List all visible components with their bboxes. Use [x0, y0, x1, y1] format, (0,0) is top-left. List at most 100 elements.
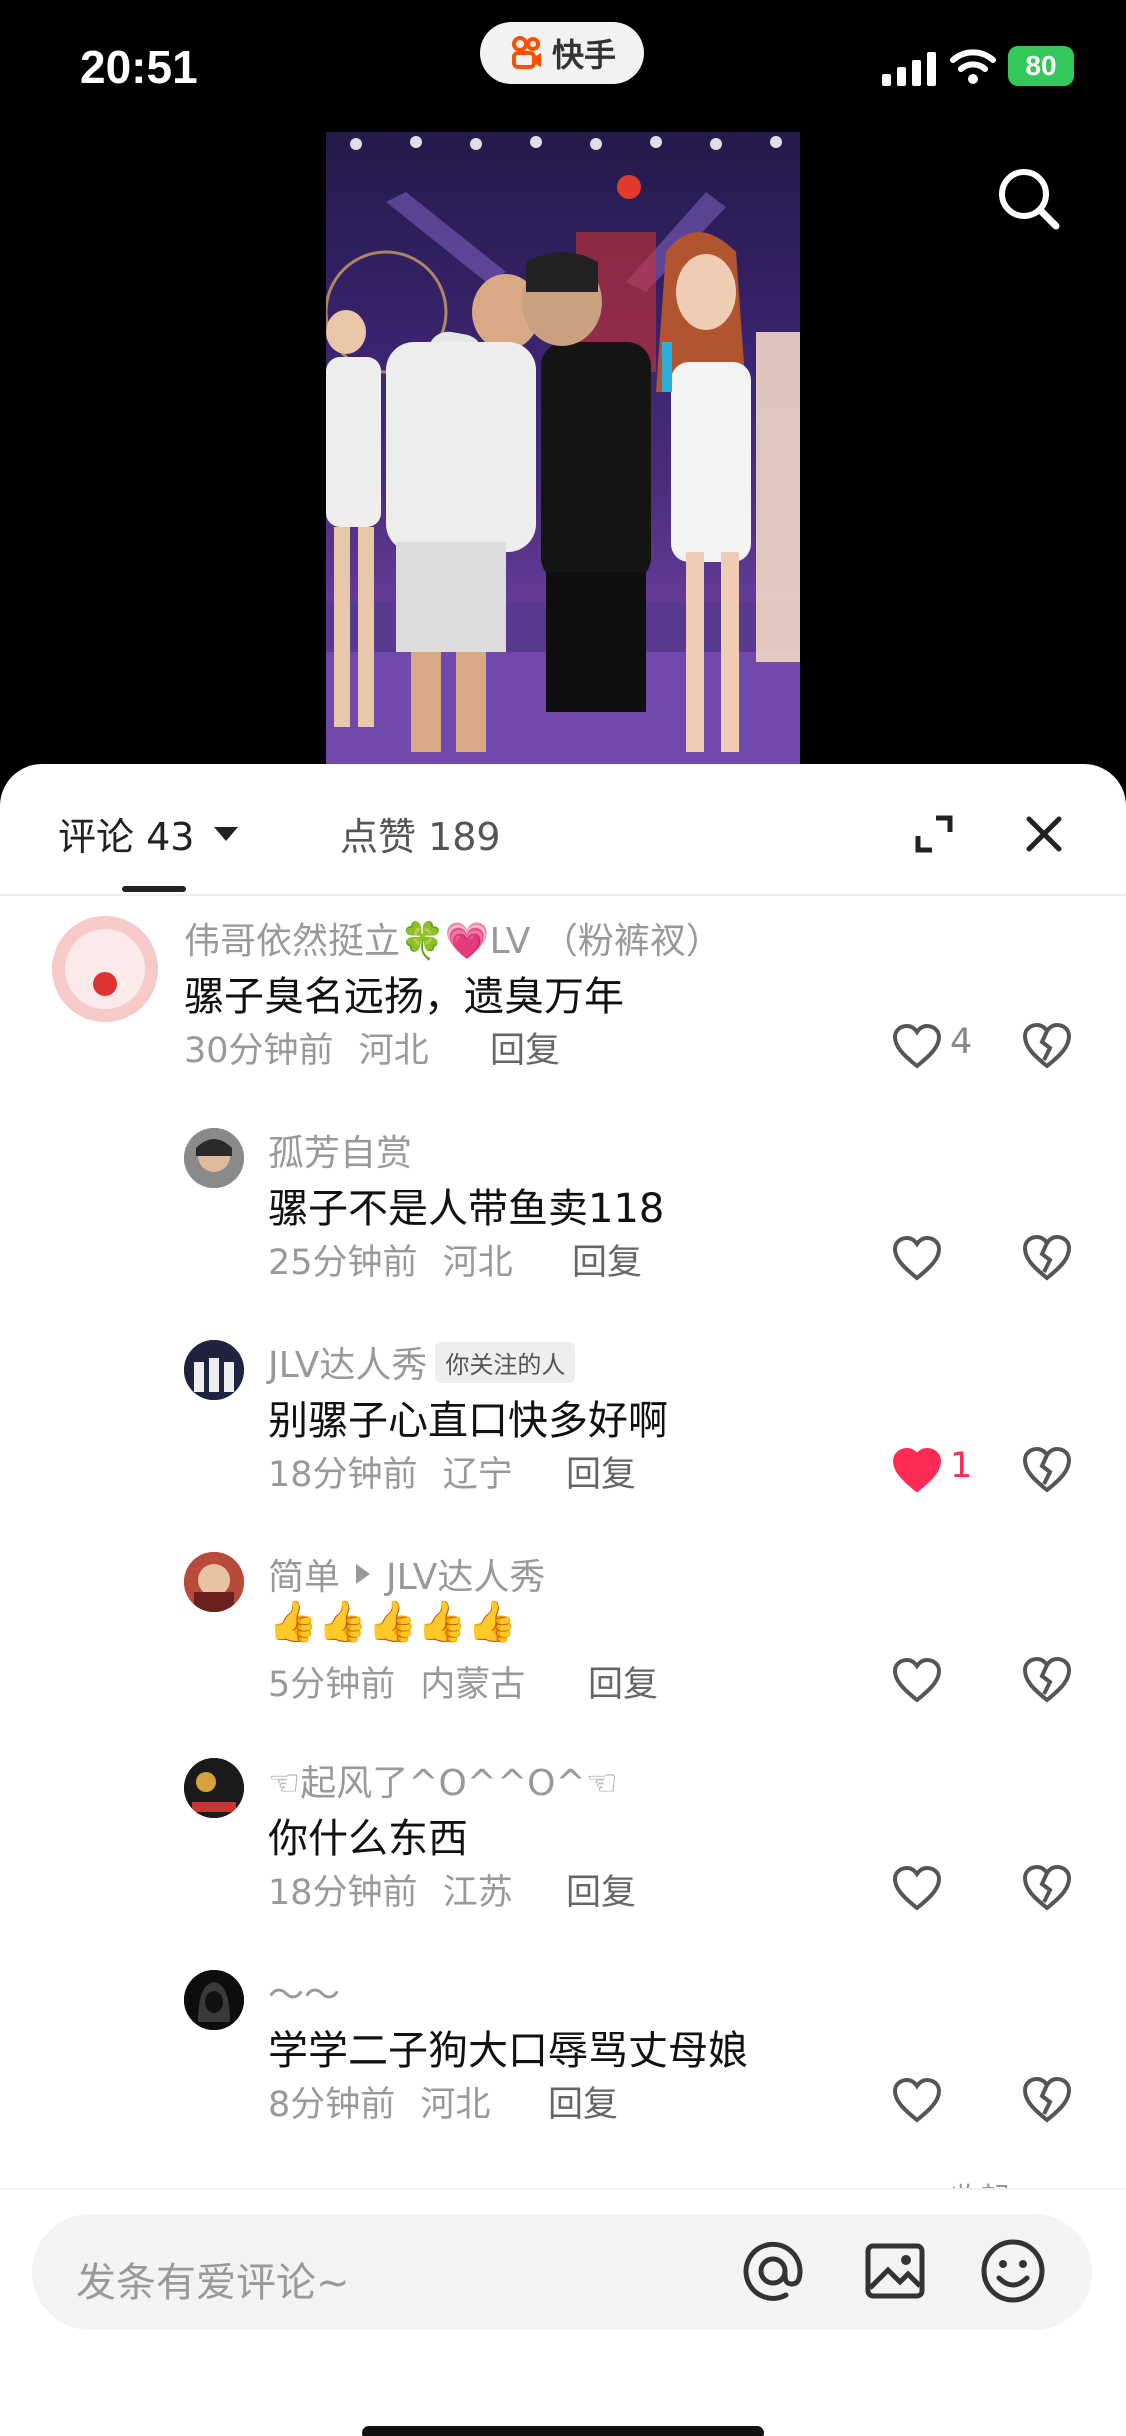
reply-button[interactable]: 回复	[572, 1234, 642, 1285]
broken-heart-icon[interactable]	[1022, 1234, 1072, 1282]
reply-button[interactable]: 回复	[566, 1864, 636, 1915]
comment-username[interactable]: 简单	[268, 1548, 340, 1600]
comment-location: 江苏	[442, 1873, 513, 1913]
comment-tabs: 评论 43 点赞 189	[0, 764, 1126, 896]
following-badge: 你关注的人	[435, 1341, 576, 1383]
comment-location: 河北	[358, 1031, 429, 1071]
broken-heart-icon[interactable]	[1022, 2076, 1072, 2124]
comment-time: 8分钟前	[268, 2085, 396, 2125]
comment-time: 18分钟前	[268, 1873, 418, 1913]
comment-username-row: 简单 JLV达人秀	[268, 1548, 545, 1600]
avatar-image	[184, 1340, 244, 1400]
heart-filled-icon[interactable]	[892, 1448, 942, 1494]
like-count: 1	[950, 1446, 973, 1486]
comment-time: 25分钟前	[268, 1243, 418, 1283]
comment-input-placeholder: 发条有爱评论~	[76, 2260, 350, 2306]
tab-comments[interactable]: 评论 43	[58, 806, 239, 861]
at-mention-icon[interactable]	[738, 2236, 808, 2306]
video-frame-image	[326, 136, 800, 764]
tab-comments-label: 评论 43	[58, 815, 195, 859]
avatar[interactable]	[184, 1552, 244, 1612]
avatar[interactable]	[184, 1128, 244, 1188]
comment-username-row: JLV达人秀 你关注的人	[268, 1336, 576, 1388]
comment-time: 5分钟前	[268, 1665, 396, 1705]
cellular-signal-icon	[882, 52, 936, 86]
comment-text: 骡子不是人带鱼卖118	[268, 1186, 665, 1232]
heart-icon[interactable]	[892, 1866, 942, 1912]
expand-icon[interactable]	[912, 812, 956, 856]
comment-meta: 8分钟前 河北	[268, 2076, 490, 2127]
comment-text: 别骡子心直口快多好啊	[268, 1398, 668, 1444]
comment-item: 伟哥依然挺立🍀💗LV （粉裤衩） 骡子臭名远扬，遗臭万年 30分钟前 河北 回复…	[0, 904, 1126, 1114]
broken-heart-icon[interactable]	[1022, 1864, 1072, 1912]
comment-username[interactable]: ☜起风了^O^^O^☜	[268, 1754, 618, 1806]
avatar-image	[184, 1970, 244, 2030]
video-player[interactable]	[326, 132, 800, 764]
app-badge[interactable]: 快手	[480, 22, 644, 84]
avatar[interactable]	[184, 1340, 244, 1400]
search-icon[interactable]	[990, 160, 1070, 240]
comment-username[interactable]: 孤芳自赏	[268, 1124, 412, 1176]
comment-text: 👍👍👍👍👍	[268, 1599, 518, 1645]
comment-meta: 18分钟前 江苏	[268, 1864, 513, 1915]
heart-icon[interactable]	[892, 2078, 942, 2124]
comment-username[interactable]: 伟哥依然挺立🍀💗LV （粉裤衩）	[184, 912, 722, 964]
comment-meta: 18分钟前 辽宁	[268, 1446, 513, 1497]
reply-item: 简单 JLV达人秀 👍👍👍👍👍 5分钟前 内蒙古 回复	[0, 1538, 1126, 1744]
kuaishou-logo-icon	[511, 36, 541, 69]
reply-item: 孤芳自赏 骡子不是人带鱼卖118 25分钟前 河北 回复	[0, 1114, 1126, 1326]
reply-button[interactable]: 回复	[566, 1446, 636, 1497]
comment-location: 河北	[420, 2085, 491, 2125]
comment-meta: 30分钟前 河北	[184, 1022, 429, 1073]
avatar[interactable]	[184, 1758, 244, 1818]
avatar-image	[52, 916, 158, 1022]
avatar[interactable]	[184, 1970, 244, 2030]
comment-text: 你什么东西	[268, 1816, 468, 1862]
comment-text: 骡子臭名远扬，遗臭万年	[184, 974, 624, 1020]
comment-meta: 5分钟前 内蒙古	[268, 1656, 525, 1707]
reply-item: JLV达人秀 你关注的人 别骡子心直口快多好啊 18分钟前 辽宁 回复 1	[0, 1326, 1126, 1538]
comment-input[interactable]: 发条有爱评论~	[32, 2214, 1092, 2330]
reply-target-username[interactable]: JLV达人秀	[386, 1548, 545, 1600]
comment-time: 30分钟前	[184, 1031, 334, 1071]
reply-item: ☜起风了^O^^O^☜ 你什么东西 18分钟前 江苏 回复	[0, 1744, 1126, 1956]
comment-input-bar: 发条有爱评论~	[0, 2188, 1126, 2436]
broken-heart-icon[interactable]	[1022, 1446, 1072, 1494]
emoji-icon[interactable]	[978, 2236, 1048, 2306]
broken-heart-icon[interactable]	[1022, 1022, 1072, 1070]
reply-item: ～～ 学学二子狗大口辱骂丈母娘 8分钟前 河北 回复	[0, 1956, 1126, 2168]
comment-location: 内蒙古	[420, 1665, 526, 1705]
heart-icon[interactable]	[892, 1024, 942, 1070]
reply-arrow-icon	[356, 1564, 371, 1584]
comment-username[interactable]: ～～	[268, 1966, 340, 2018]
like-count: 4	[950, 1022, 973, 1062]
home-indicator[interactable]	[362, 2426, 764, 2436]
close-icon[interactable]	[1022, 812, 1066, 856]
comment-meta: 25分钟前 河北	[268, 1234, 513, 1285]
broken-heart-icon[interactable]	[1022, 1656, 1072, 1704]
caret-down-icon	[214, 826, 239, 841]
avatar-image	[184, 1552, 244, 1612]
reply-button[interactable]: 回复	[548, 2076, 618, 2127]
battery-level: 80	[1008, 46, 1074, 86]
tab-likes[interactable]: 点赞 189	[340, 806, 501, 861]
comment-text: 学学二子狗大口辱骂丈母娘	[268, 2028, 748, 2074]
image-icon[interactable]	[862, 2238, 928, 2304]
comment-location: 河北	[442, 1243, 513, 1283]
heart-icon[interactable]	[892, 1236, 942, 1282]
avatar-image	[184, 1758, 244, 1818]
avatar[interactable]	[52, 916, 158, 1022]
app-name: 快手	[551, 36, 616, 74]
reply-button[interactable]: 回复	[490, 1022, 560, 1073]
reply-button[interactable]: 回复	[588, 1656, 658, 1707]
comment-sheet: 评论 43 点赞 189 伟哥依然挺立🍀💗LV （粉裤衩） 骡子臭名远扬，遗臭万…	[0, 764, 1126, 2436]
heart-icon[interactable]	[892, 1658, 942, 1704]
comment-time: 18分钟前	[268, 1455, 418, 1495]
comment-location: 辽宁	[442, 1455, 513, 1495]
tab-active-indicator	[122, 886, 186, 892]
status-time: 20:51	[80, 41, 198, 93]
wifi-icon	[950, 49, 996, 84]
avatar-image	[184, 1128, 244, 1188]
status-bar: 20:51 快手 80	[0, 0, 1126, 130]
comment-username[interactable]: JLV达人秀	[268, 1336, 427, 1388]
